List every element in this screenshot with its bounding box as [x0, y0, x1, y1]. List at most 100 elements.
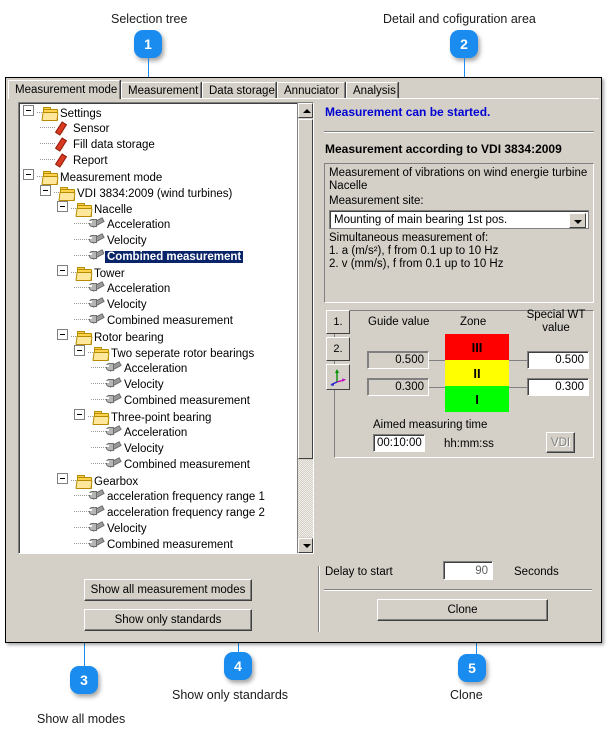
tree-item[interactable]: Combined measurement — [19, 457, 297, 473]
tree-item[interactable]: Acceleration — [19, 281, 297, 297]
delay-to-start-input[interactable]: 90 — [443, 561, 493, 580]
tree-item[interactable]: Combined measurement — [19, 537, 297, 553]
guide-value-lower[interactable]: 0.300 — [367, 378, 429, 396]
tab-measurement-mode[interactable]: Measurement mode — [8, 80, 120, 99]
tree-item[interactable]: Combined measurement — [19, 249, 297, 265]
tree-item[interactable]: Fill data storage — [19, 137, 297, 153]
tree-item[interactable]: Acceleration — [19, 217, 297, 233]
tree-item[interactable]: Rotor bearing — [19, 329, 297, 345]
annotation-label-3: Show all modes — [37, 712, 126, 726]
special-wt-value-upper[interactable]: 0.500 — [527, 351, 589, 369]
measurement-site-value: Mounting of main bearing 1st pos. — [334, 213, 508, 226]
tree-item-label: Acceleration — [107, 219, 171, 231]
vdi-button[interactable]: VDI — [546, 432, 575, 453]
tree-connector — [40, 143, 55, 144]
tree-item[interactable]: Tower — [19, 265, 297, 281]
wrench-icon — [89, 233, 105, 247]
special-connector-upper — [509, 360, 527, 361]
tree-item[interactable]: Velocity — [19, 297, 297, 313]
tab-analysis[interactable]: Analysis — [346, 82, 398, 99]
tree-connector — [91, 383, 106, 384]
seconds-label: Seconds — [514, 566, 559, 578]
tree-item[interactable]: acceleration frequency range 2 — [19, 505, 297, 521]
folder-icon — [41, 107, 59, 121]
aimed-measuring-time-input[interactable]: 00:10:00 — [373, 434, 425, 452]
zone-tab-1[interactable]: 1. — [326, 310, 350, 334]
tree-connector — [74, 287, 89, 288]
show-all-measurement-modes-button[interactable]: Show all measurement modes — [84, 579, 252, 601]
tree-item-label: VDI 3834:2009 (wind turbines) — [77, 188, 233, 200]
scrollbar-track[interactable] — [298, 460, 313, 537]
tree-item[interactable]: Nacelle — [19, 201, 297, 217]
tree-item[interactable]: Velocity — [19, 441, 297, 457]
tree-item[interactable]: Acceleration — [19, 361, 297, 377]
tree-item[interactable]: Gearbox — [19, 473, 297, 489]
tree-scrollbar[interactable] — [297, 103, 313, 553]
tree-item[interactable]: Three-point bearing — [19, 409, 297, 425]
tree-item[interactable]: acceleration frequency range 1 — [19, 489, 297, 505]
pane-divider — [318, 566, 319, 632]
clone-button[interactable]: Clone — [377, 599, 548, 621]
tree-expander-collapse[interactable] — [40, 185, 51, 196]
annotation-label-4: Show only standards — [172, 688, 289, 702]
tree-item[interactable]: Report — [19, 153, 297, 169]
tree-expander-collapse[interactable] — [23, 169, 34, 180]
tree-expander-collapse[interactable] — [57, 473, 68, 484]
tree-item-label: Combined measurement — [124, 395, 250, 407]
zone-tab-axis[interactable] — [326, 364, 350, 390]
scrollbar-thumb[interactable] — [298, 119, 313, 459]
tree-item-label: Two seperate rotor bearings — [111, 348, 255, 360]
tree-item[interactable]: Combined measurement — [19, 393, 297, 409]
application-window: Measurement mode Measurement Data storag… — [5, 77, 602, 643]
tree-item[interactable]: Velocity — [19, 377, 297, 393]
wrench-icon — [89, 505, 105, 519]
tree-item[interactable]: Sensor — [19, 121, 297, 137]
tree-item-label: Acceleration — [124, 363, 188, 375]
zone-tab-2[interactable]: 2. — [326, 337, 350, 361]
tree-expander-collapse[interactable] — [57, 265, 68, 276]
tree-item[interactable]: VDI 3834:2009 (wind turbines) — [19, 185, 297, 201]
dropdown-arrow-button[interactable] — [569, 213, 586, 228]
guide-connector-lower — [429, 387, 445, 388]
tree-item[interactable]: Velocity — [19, 521, 297, 537]
special-wt-value-lower[interactable]: 0.300 — [527, 378, 589, 396]
measurement-site-dropdown[interactable]: Mounting of main bearing 1st pos. — [329, 210, 589, 229]
guide-value-upper[interactable]: 0.500 — [367, 351, 429, 369]
folder-icon — [41, 171, 59, 185]
tree-expander-collapse[interactable] — [57, 201, 68, 212]
tree-connector — [91, 463, 106, 464]
scroll-down-button[interactable] — [298, 538, 313, 553]
tree-connector — [74, 223, 89, 224]
tree-expander-collapse[interactable] — [57, 329, 68, 340]
tree-item[interactable]: Settings — [19, 105, 297, 121]
selection-tree[interactable]: Settings Sensor Fill data storage Report Mea… — [18, 102, 314, 554]
tree-item[interactable]: Acceleration — [19, 425, 297, 441]
delay-to-start-label: Delay to start — [325, 566, 393, 578]
show-only-standards-button[interactable]: Show only standards — [84, 609, 252, 631]
tree-item[interactable]: Velocity — [19, 233, 297, 249]
annotation-label-1: Selection tree — [111, 12, 188, 26]
tab-measurement[interactable]: Measurement — [121, 82, 201, 99]
tree-item[interactable]: Two seperate rotor bearings — [19, 345, 297, 361]
tree-expander-collapse[interactable] — [74, 345, 85, 356]
folder-icon — [75, 267, 93, 281]
wrench-icon — [89, 297, 105, 311]
description-text: Measurement of vibrations on wind energi… — [329, 167, 588, 192]
axis-icon — [330, 369, 346, 386]
zone-bands: III II I — [445, 334, 509, 412]
tree-item[interactable]: Measurement mode — [19, 169, 297, 185]
folder-icon — [75, 203, 93, 217]
folder-icon — [58, 187, 76, 201]
folder-icon — [92, 411, 110, 425]
tab-data-storage[interactable]: Data storage — [202, 82, 276, 99]
detail-heading: Measurement according to VDI 3834:2009 — [325, 142, 562, 156]
folder-icon — [92, 347, 110, 361]
scroll-up-button[interactable] — [298, 103, 313, 118]
tab-annuciator[interactable]: Annuciator — [277, 82, 345, 99]
tree-item[interactable]: Combined measurement — [19, 313, 297, 329]
annotation-badge-4: 4 — [224, 652, 252, 680]
annotation-badge-2: 2 — [450, 30, 478, 58]
tree-expander-collapse[interactable] — [74, 409, 85, 420]
tree-expander-collapse[interactable] — [23, 105, 34, 116]
tree-item-label: Report — [73, 155, 108, 167]
